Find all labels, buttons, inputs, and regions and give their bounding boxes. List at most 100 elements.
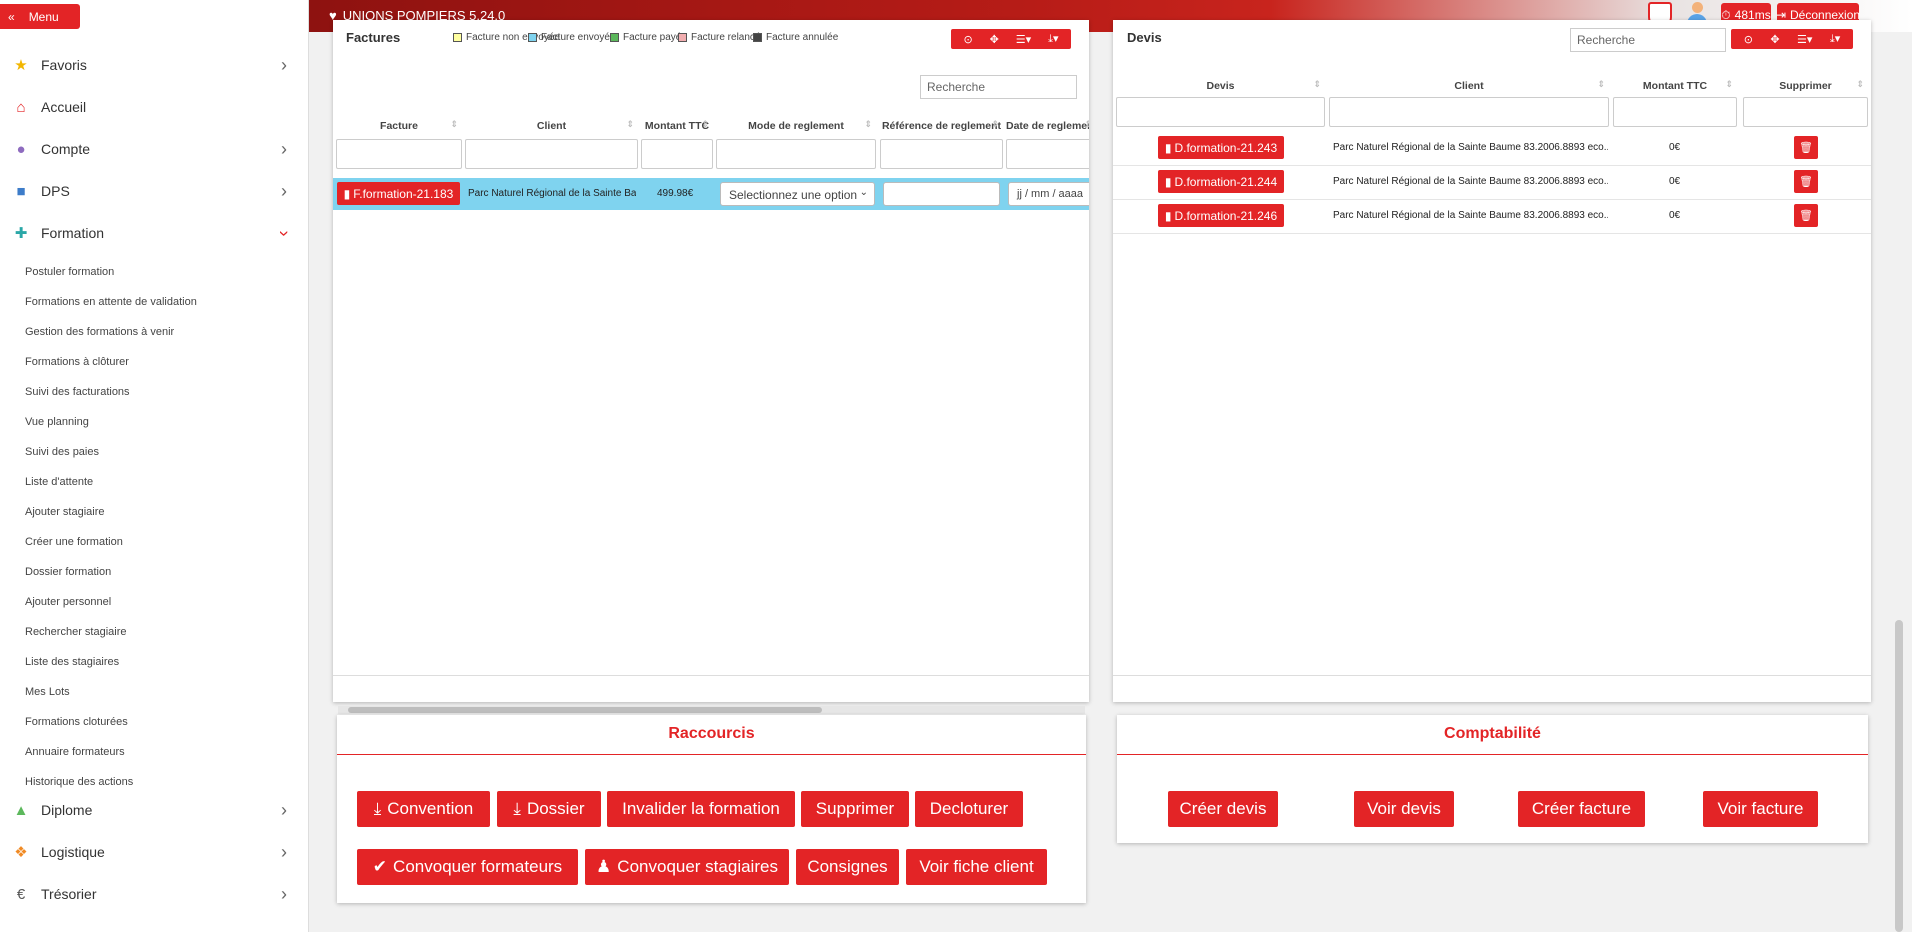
filter-facture[interactable] — [336, 139, 462, 169]
submenu-item[interactable]: Ajouter personnel — [25, 596, 111, 608]
cell-client: Parc Naturel Régional de la Sainte Baume… — [1333, 142, 1608, 153]
chevron-right-icon: › — [281, 180, 287, 201]
voir-facture-button[interactable]: Voir facture — [1703, 791, 1818, 827]
submenu-item[interactable]: Liste des stagiaires — [25, 656, 119, 668]
trash-icon[interactable]: 🗑 — [1794, 170, 1818, 193]
sidebar-item-compte[interactable]: ● Compte › — [0, 134, 308, 164]
submenu-item[interactable]: Formations cloturées — [25, 716, 128, 728]
sidebar-item-accueil[interactable]: ⌂ Accueil — [0, 92, 308, 122]
voir-fiche-client-button[interactable]: Voir fiche client — [906, 849, 1047, 885]
reference-reglement-input[interactable] — [883, 182, 1000, 206]
devis-link-button[interactable]: ▮ D.formation-21.244 — [1158, 170, 1284, 193]
submenu-item[interactable]: Liste d'attente — [25, 476, 93, 488]
filter-supprimer[interactable] — [1743, 97, 1868, 127]
creer-devis-button[interactable]: Créer devis — [1168, 791, 1278, 827]
devis-search-input[interactable]: Recherche — [1570, 28, 1726, 52]
sort-icon: ⇕ — [450, 120, 458, 129]
submenu-item[interactable]: Annuaire formateurs — [25, 746, 125, 758]
submenu-item[interactable]: Historique des actions — [25, 776, 133, 788]
raccourcis-title: Raccourcis — [668, 725, 755, 742]
horizontal-scrollbar[interactable] — [338, 706, 1085, 714]
move-icon[interactable]: ✥ — [990, 33, 999, 46]
comptabilite-title: Comptabilité — [1444, 725, 1541, 742]
filter-date[interactable] — [1006, 139, 1089, 169]
columns-icon[interactable]: ☰▾ — [1016, 33, 1031, 46]
factures-toolbar[interactable]: ⊙ ✥ ☰▾ ⤓▾ — [951, 29, 1071, 49]
column-header[interactable]: Date de reglement ⇕ — [1006, 120, 1089, 132]
devis-title: Devis — [1127, 30, 1162, 45]
submenu-item[interactable]: Mes Lots — [25, 686, 70, 698]
consignes-button[interactable]: Consignes — [796, 849, 899, 885]
submenu-item[interactable]: Vue planning — [25, 416, 89, 428]
column-header[interactable]: Facture ⇕ — [336, 120, 462, 132]
sidebar-item-diplome[interactable]: ▲ Diplome › — [0, 795, 308, 825]
graduation-cap-icon: ▲ — [13, 801, 29, 819]
submenu-item[interactable]: Dossier formation — [25, 566, 111, 578]
toggle-icon[interactable]: ⊙ — [963, 33, 972, 46]
download-icon[interactable]: ⤓▾ — [1830, 32, 1840, 46]
devis-link-button[interactable]: ▮ D.formation-21.243 — [1158, 136, 1284, 159]
menu-toggle-button[interactable]: « Menu — [0, 4, 80, 29]
divider — [1117, 754, 1868, 755]
table-row[interactable]: ▮ D.formation-21.244 Parc Naturel Régional… — [1113, 166, 1871, 200]
column-header[interactable]: Client ⇕ — [1329, 79, 1609, 92]
creer-facture-button[interactable]: Créer facture — [1518, 791, 1645, 827]
mode-reglement-select[interactable]: Selectionnez une option ⌄ — [720, 182, 875, 206]
filter-client[interactable] — [1329, 97, 1609, 127]
column-header[interactable]: Montant TTC ⇕ — [1613, 79, 1737, 92]
columns-icon[interactable]: ☰▾ — [1797, 33, 1812, 46]
cell-montant: 499.98€ — [657, 188, 694, 199]
submenu-item[interactable]: Ajouter stagiaire — [25, 506, 105, 518]
devis-link-button[interactable]: ▮ D.formation-21.246 — [1158, 204, 1284, 227]
page-scrollbar-thumb[interactable] — [1895, 620, 1903, 932]
sidebar-item-logistique[interactable]: ❖ Logistique › — [0, 837, 308, 867]
sidebar-item-dps[interactable]: ■ DPS › — [0, 176, 308, 206]
table-row[interactable]: ▮ D.formation-21.246 Parc Naturel Régional… — [1113, 200, 1871, 234]
filter-devis[interactable] — [1116, 97, 1325, 127]
trash-icon[interactable]: 🗑 — [1794, 204, 1818, 227]
filter-mode[interactable] — [716, 139, 876, 169]
submenu-item[interactable]: Créer une formation — [25, 536, 123, 548]
date-reglement-input[interactable]: jj / mm / aaaa — [1008, 182, 1089, 206]
column-header[interactable]: Référence de reglement ⇕ — [880, 120, 1003, 132]
submenu-item[interactable]: Suivi des paies — [25, 446, 99, 458]
scrollbar-thumb[interactable] — [348, 707, 822, 713]
move-icon[interactable]: ✥ — [1770, 33, 1779, 46]
column-header[interactable]: Client ⇕ — [465, 120, 638, 132]
filter-client[interactable] — [465, 139, 638, 169]
sidebar-item-tresorier[interactable]: € Trésorier › — [0, 879, 308, 909]
download-icon[interactable]: ⤓▾ — [1048, 32, 1058, 46]
dossier-button[interactable]: ⤓ Dossier — [497, 791, 601, 827]
column-header[interactable]: Montant TTC ⇕ — [641, 120, 713, 132]
sidebar-item-formation[interactable]: ✚ Formation › — [0, 218, 308, 248]
supprimer-button[interactable]: Supprimer — [801, 791, 909, 827]
decloturer-button[interactable]: Decloturer — [915, 791, 1023, 827]
convoquer-formateurs-button[interactable]: ✔ Convoquer formateurs — [357, 849, 578, 885]
convoquer-stagiaires-button[interactable]: ♟ Convoquer stagiaires — [585, 849, 789, 885]
column-header[interactable]: Supprimer ⇕ — [1743, 79, 1868, 92]
convention-button[interactable]: ⤓ Convention — [357, 791, 490, 827]
sidebar-item-favoris[interactable]: ★ Favoris › — [0, 50, 308, 80]
invalider-formation-button[interactable]: Invalider la formation — [607, 791, 795, 827]
table-row[interactable]: ▮ D.formation-21.243 Parc Naturel Régional… — [1113, 132, 1871, 166]
filter-montant[interactable] — [641, 139, 713, 169]
devis-toolbar[interactable]: ⊙ ✥ ☰▾ ⤓▾ — [1731, 29, 1853, 49]
facture-link-button[interactable]: ▮ F.formation-21.183 — [337, 182, 460, 205]
column-header[interactable]: Mode de reglement ⇕ — [716, 120, 876, 132]
submenu-item[interactable]: Gestion des formations à venir — [25, 326, 174, 338]
sidebar-item-label: Accueil — [41, 99, 87, 115]
factures-search-input[interactable]: Recherche — [920, 75, 1077, 99]
submenu-item[interactable]: Suivi des facturations — [25, 386, 130, 398]
voir-devis-button[interactable]: Voir devis — [1354, 791, 1454, 827]
table-row[interactable]: ▮ F.formation-21.183 Parc Naturel Région… — [333, 178, 1089, 210]
toggle-icon[interactable]: ⊙ — [1744, 33, 1753, 46]
submenu-item[interactable]: Postuler formation — [25, 266, 114, 278]
user-check-icon: ✔ — [372, 857, 388, 876]
filter-reference[interactable] — [880, 139, 1003, 169]
trash-icon[interactable]: 🗑 — [1794, 136, 1818, 159]
submenu-item[interactable]: Formations à clôturer — [25, 356, 129, 368]
column-header[interactable]: Devis ⇕ — [1116, 79, 1325, 92]
submenu-item[interactable]: Rechercher stagiaire — [25, 626, 127, 638]
filter-montant[interactable] — [1613, 97, 1737, 127]
submenu-item[interactable]: Formations en attente de validation — [25, 296, 197, 308]
